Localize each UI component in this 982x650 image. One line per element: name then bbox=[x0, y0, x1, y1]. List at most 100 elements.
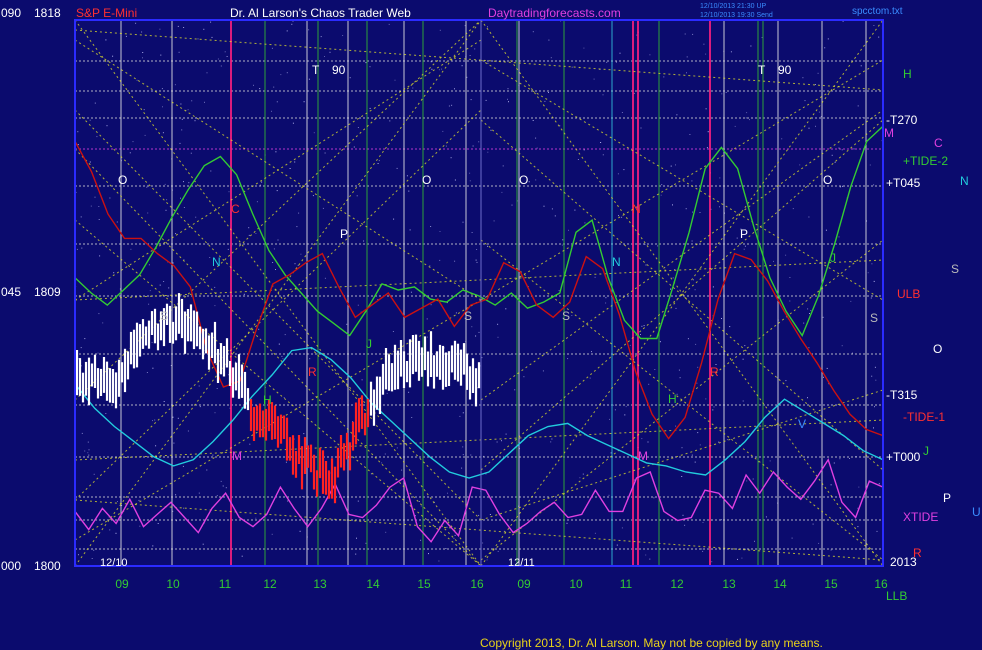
star bbox=[645, 264, 647, 266]
star bbox=[807, 308, 809, 310]
star bbox=[842, 185, 843, 187]
star bbox=[694, 461, 696, 463]
chart-canvas: T 90 T 90 O O O O C N N N P P S S S S R R H H J J M M V 090 1818 S… bbox=[0, 0, 982, 650]
star bbox=[692, 211, 693, 213]
star bbox=[505, 308, 507, 310]
star bbox=[769, 460, 771, 462]
star bbox=[203, 28, 205, 30]
star bbox=[198, 492, 200, 494]
star bbox=[741, 557, 743, 559]
plot-label: V bbox=[798, 417, 806, 431]
star bbox=[754, 540, 755, 542]
star bbox=[713, 406, 715, 408]
star bbox=[459, 415, 461, 417]
star bbox=[619, 52, 621, 54]
star bbox=[647, 441, 649, 443]
star bbox=[96, 136, 98, 138]
date-marker-1210: 12/10 bbox=[100, 557, 128, 569]
star bbox=[282, 358, 284, 360]
star bbox=[166, 199, 168, 201]
star bbox=[420, 505, 422, 507]
star bbox=[610, 452, 612, 454]
star bbox=[692, 279, 694, 281]
star bbox=[482, 542, 484, 544]
star bbox=[356, 195, 358, 197]
star bbox=[649, 558, 651, 560]
star bbox=[589, 377, 591, 379]
star bbox=[694, 289, 696, 291]
star bbox=[81, 432, 83, 434]
right-label: -T270 bbox=[886, 113, 918, 127]
star bbox=[172, 262, 174, 264]
star bbox=[187, 430, 189, 432]
x-tick-label: 13 bbox=[313, 577, 327, 591]
star bbox=[377, 163, 379, 164]
star bbox=[135, 22, 137, 24]
star bbox=[857, 105, 859, 107]
star bbox=[462, 454, 464, 456]
star bbox=[654, 369, 656, 370]
star bbox=[98, 313, 100, 315]
star bbox=[870, 297, 872, 299]
star bbox=[697, 432, 699, 434]
star bbox=[313, 132, 315, 134]
star bbox=[808, 216, 810, 218]
star bbox=[493, 220, 495, 222]
plot-label: P bbox=[740, 227, 748, 241]
star bbox=[309, 358, 311, 360]
star bbox=[686, 56, 688, 58]
x-tick-label: 10 bbox=[569, 577, 583, 591]
star bbox=[691, 240, 693, 242]
star bbox=[164, 183, 166, 185]
star bbox=[466, 76, 468, 78]
star bbox=[441, 68, 443, 70]
star bbox=[299, 530, 301, 532]
star bbox=[691, 454, 693, 456]
star bbox=[548, 92, 549, 93]
star bbox=[204, 101, 205, 103]
star bbox=[608, 494, 610, 496]
plot-label: S bbox=[464, 309, 472, 323]
plot-label: R bbox=[710, 365, 719, 379]
star bbox=[198, 385, 200, 387]
star bbox=[530, 405, 532, 407]
star bbox=[102, 322, 104, 324]
star bbox=[653, 497, 655, 499]
star bbox=[649, 54, 651, 56]
star bbox=[216, 495, 218, 497]
star bbox=[579, 477, 581, 479]
star bbox=[163, 401, 165, 402]
left-axis-bottom-price: 1800 bbox=[34, 559, 61, 573]
star bbox=[378, 160, 380, 162]
star bbox=[501, 440, 502, 442]
star bbox=[687, 338, 689, 340]
star bbox=[719, 177, 721, 179]
star bbox=[396, 167, 398, 169]
star bbox=[109, 197, 111, 199]
star bbox=[410, 291, 412, 293]
star bbox=[322, 207, 324, 209]
star bbox=[113, 272, 115, 274]
star bbox=[355, 553, 357, 555]
star bbox=[152, 545, 154, 547]
star bbox=[478, 514, 480, 516]
left-axis-bottom-angle: 000 bbox=[1, 559, 21, 573]
star bbox=[291, 23, 293, 25]
star bbox=[867, 272, 869, 274]
star bbox=[523, 376, 525, 378]
star bbox=[809, 313, 810, 314]
star bbox=[487, 62, 489, 64]
star bbox=[152, 420, 153, 422]
star bbox=[721, 93, 723, 95]
star bbox=[670, 288, 671, 290]
star bbox=[507, 88, 509, 90]
star bbox=[624, 414, 626, 416]
star bbox=[617, 173, 619, 175]
star bbox=[851, 261, 853, 263]
star bbox=[273, 86, 275, 88]
star bbox=[462, 412, 464, 414]
site-link[interactable]: Daytradingforecasts.com bbox=[488, 6, 621, 20]
star bbox=[689, 134, 691, 135]
star bbox=[300, 253, 302, 255]
star bbox=[197, 38, 199, 40]
